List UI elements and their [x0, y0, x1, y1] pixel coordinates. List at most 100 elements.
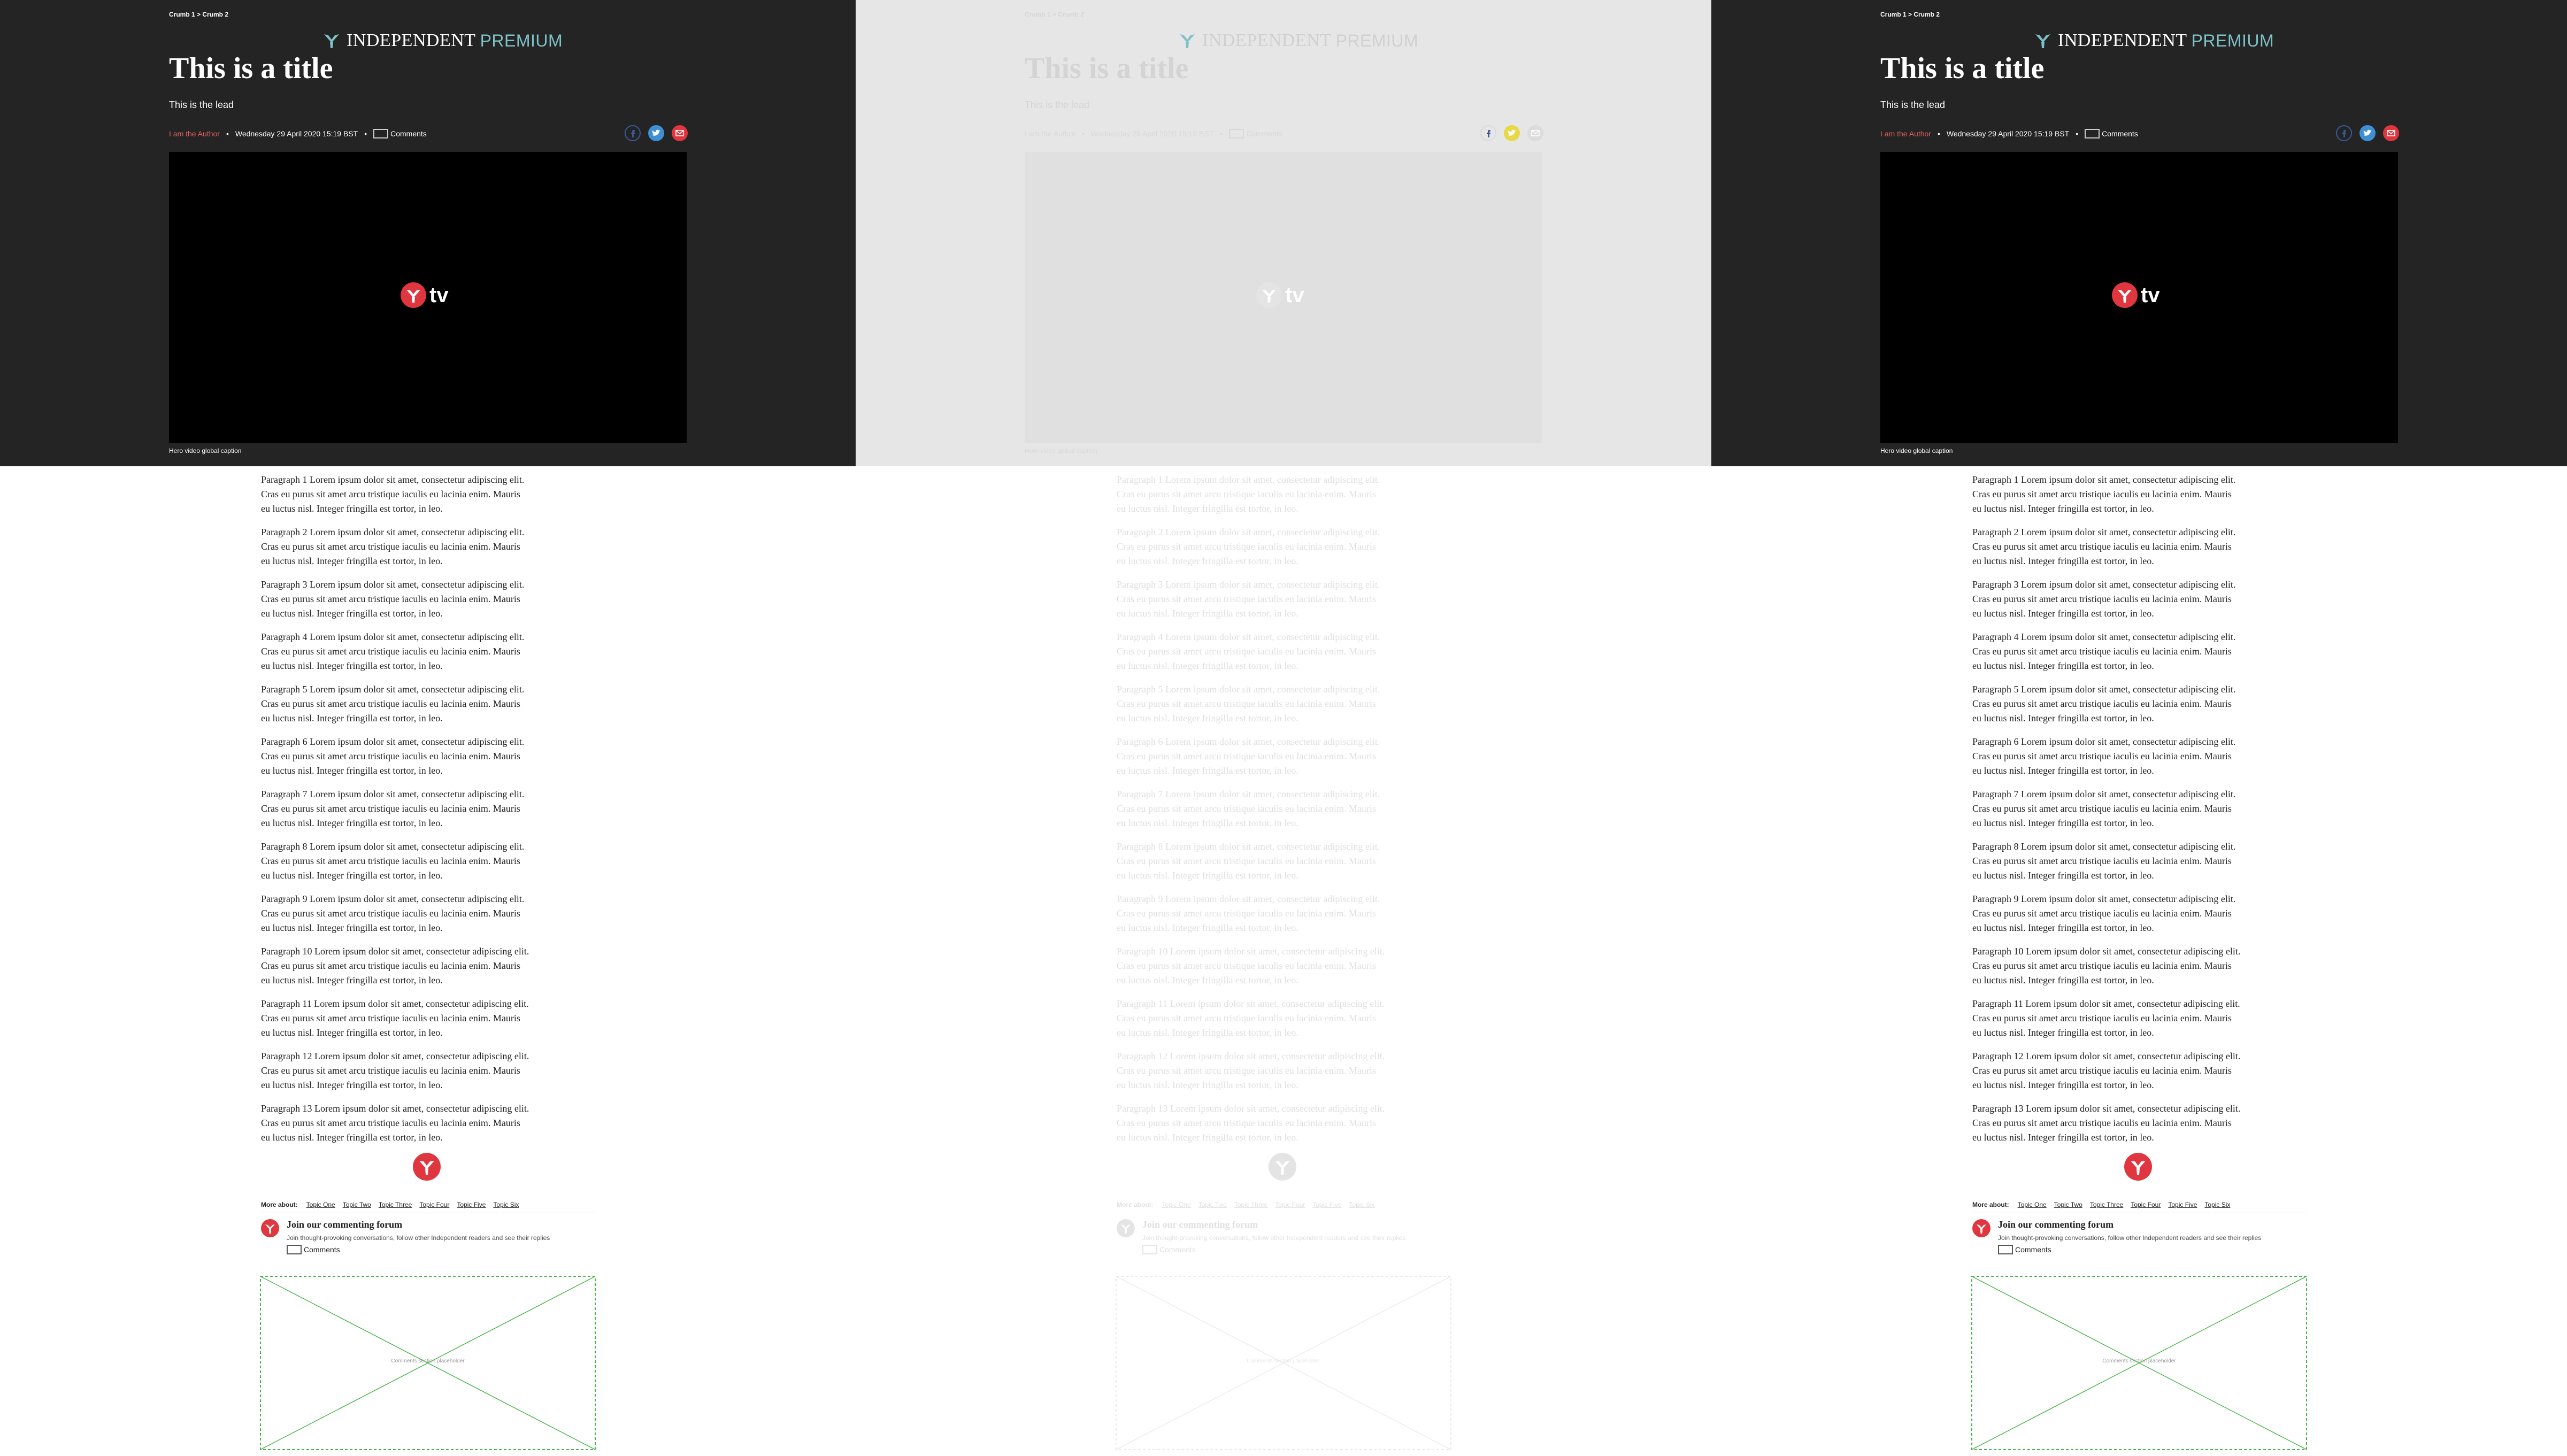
hero-video-player[interactable]: tv	[1880, 152, 2398, 443]
forum-comments-label: Comments	[304, 1245, 340, 1254]
email-icon[interactable]	[672, 125, 688, 141]
paragraph-line: Cras eu purus sit amet arcu tristique ia…	[1117, 1013, 1376, 1023]
article-paragraph: Paragraph 11 Lorem ipsum dolor sit amet,…	[1972, 997, 2315, 1040]
topic-link[interactable]: Topic Five	[2168, 1201, 2197, 1208]
facebook-icon[interactable]	[625, 125, 641, 141]
independent-eagle-logo-icon	[401, 282, 426, 308]
topic-link[interactable]: Topic Three	[2090, 1201, 2123, 1208]
topic-link[interactable]: Topic One	[2018, 1201, 2047, 1208]
article-lead: This is the lead	[1880, 99, 1946, 110]
twitter-icon[interactable]	[648, 125, 664, 141]
facebook-icon[interactable]	[2336, 125, 2352, 141]
topic-link[interactable]: Topic Six	[493, 1201, 519, 1208]
paragraph-line: eu luctus nisl. Integer fringilla est to…	[261, 765, 443, 776]
article-paragraph: Paragraph 8 Lorem ipsum dolor sit amet, …	[1972, 839, 2315, 883]
topic-link[interactable]: Topic Six	[2204, 1201, 2230, 1208]
topic-link[interactable]: Topic Two	[2054, 1201, 2082, 1208]
paragraph-line: Paragraph 3 Lorem ipsum dolor sit amet, …	[1972, 579, 2236, 590]
paragraph-line: Cras eu purus sit amet arcu tristique ia…	[1117, 751, 1376, 761]
placeholder-label: Comments section placeholder	[2102, 1358, 2176, 1364]
paragraph-line: eu luctus nisl. Integer fringilla est to…	[1117, 818, 1298, 828]
topic-link[interactable]: Topic Two	[343, 1201, 371, 1208]
forum-comments-link[interactable]: Comments	[1998, 1245, 2051, 1254]
topic-link[interactable]: Topic Four	[1275, 1201, 1305, 1208]
publish-date: Wednesday 29 April 2020 15:19 BST	[235, 129, 358, 138]
article-meta: I am the Author • Wednesday 29 April 202…	[1025, 125, 1543, 141]
masthead-logo[interactable]: INDEPENDENT PREMIUM	[2032, 29, 2274, 52]
author-link[interactable]: I am the Author	[1025, 129, 1075, 138]
hero-section: Crumb 1 > Crumb 2 INDEPENDENT PREMIUM Th…	[1711, 0, 2567, 466]
more-about-label: More about:	[261, 1201, 298, 1208]
comments-label: Comments	[2102, 129, 2138, 138]
paragraph-line: Cras eu purus sit amet arcu tristique ia…	[261, 1013, 520, 1023]
facebook-glyph	[2342, 130, 2346, 137]
author-link[interactable]: I am the Author	[169, 129, 220, 138]
forum-comments-link[interactable]: Comments	[1142, 1245, 1196, 1254]
article-paragraph: Paragraph 12 Lorem ipsum dolor sit amet,…	[261, 1049, 603, 1092]
article-paragraph: Paragraph 7 Lorem ipsum dolor sit amet, …	[1972, 787, 2315, 830]
paragraph-line: Paragraph 13 Lorem ipsum dolor sit amet,…	[1117, 1103, 1385, 1114]
article-paragraph: Paragraph 13 Lorem ipsum dolor sit amet,…	[1972, 1101, 2315, 1145]
comments-link[interactable]: Comments	[1229, 129, 1282, 138]
twitter-icon[interactable]	[2360, 125, 2376, 141]
breadcrumb[interactable]: Crumb 1 > Crumb 2	[1025, 11, 1084, 18]
paragraph-line: eu luctus nisl. Integer fringilla est to…	[1972, 975, 2154, 985]
author-link[interactable]: I am the Author	[1880, 129, 1931, 138]
independent-eagle-logo-icon	[1256, 282, 1282, 308]
article-lead: This is the lead	[169, 99, 234, 110]
topic-link[interactable]: Topic One	[306, 1201, 335, 1208]
topic-link[interactable]: Topic Five	[1312, 1201, 1341, 1208]
topic-link[interactable]: Topic Four	[2131, 1201, 2161, 1208]
video-caption: Hero video global caption	[169, 447, 242, 454]
twitter-icon[interactable]	[1504, 125, 1520, 141]
email-icon[interactable]	[1527, 125, 1543, 141]
hero-video-player[interactable]: tv	[1025, 152, 1542, 443]
topic-link[interactable]: Topic Four	[419, 1201, 449, 1208]
topic-link[interactable]: Topic Two	[1198, 1201, 1227, 1208]
topic-link[interactable]: Topic Three	[379, 1201, 412, 1208]
paragraph-line: Paragraph 8 Lorem ipsum dolor sit amet, …	[261, 841, 525, 852]
comments-link[interactable]: Comments	[373, 129, 427, 138]
eagle-icon	[324, 34, 339, 48]
more-about-topics: More about: Topic One Topic Two Topic Thre…	[261, 1197, 595, 1213]
paragraph-line: Cras eu purus sit amet arcu tristique ia…	[1972, 751, 2232, 761]
article-paragraph: Paragraph 1 Lorem ipsum dolor sit amet, …	[261, 473, 603, 516]
masthead-logo[interactable]: INDEPENDENT PREMIUM	[321, 29, 563, 52]
comments-link[interactable]: Comments	[2085, 129, 2138, 138]
paragraph-line: Paragraph 6 Lorem ipsum dolor sit amet, …	[1972, 736, 2236, 747]
article-variant-faded: Crumb 1 > Crumb 2 INDEPENDENT PREMIUM Th…	[856, 0, 1711, 1456]
forum-comments-link[interactable]: Comments	[287, 1245, 340, 1254]
article-paragraph: Paragraph 4 Lorem ipsum dolor sit amet, …	[261, 630, 603, 673]
topic-link[interactable]: Topic Six	[1349, 1201, 1374, 1208]
hero-video-player[interactable]: tv	[169, 152, 687, 443]
paragraph-line: eu luctus nisl. Integer fringilla est to…	[1117, 713, 1298, 723]
paragraph-line: Cras eu purus sit amet arcu tristique ia…	[1117, 489, 1376, 499]
paragraph-line: eu luctus nisl. Integer fringilla est to…	[261, 922, 443, 933]
facebook-icon[interactable]	[1480, 125, 1496, 141]
page-root: Crumb 1 > Crumb 2 INDEPENDENT PREMIUM Th…	[0, 0, 2567, 1456]
more-about-topics: More about: Topic One Topic Two Topic Thre…	[1117, 1197, 1450, 1213]
topic-link[interactable]: Topic Three	[1234, 1201, 1267, 1208]
paragraph-line: Paragraph 10 Lorem ipsum dolor sit amet,…	[1117, 946, 1385, 957]
independent-tv-logo: tv	[2112, 282, 2160, 308]
comments-placeholder: Comments section placeholder	[1971, 1276, 2307, 1450]
paragraph-line: eu luctus nisl. Integer fringilla est to…	[1972, 1080, 2154, 1090]
video-caption: Hero video global caption	[1025, 447, 1097, 454]
breadcrumb[interactable]: Crumb 1 > Crumb 2	[169, 11, 228, 18]
brand-premium: PREMIUM	[480, 30, 563, 50]
email-icon[interactable]	[2383, 125, 2399, 141]
breadcrumb[interactable]: Crumb 1 > Crumb 2	[1880, 11, 1940, 18]
paragraph-line: eu luctus nisl. Integer fringilla est to…	[261, 608, 443, 619]
email-glyph	[1531, 130, 1540, 136]
forum-logo-icon	[1972, 1219, 1990, 1237]
masthead-logo[interactable]: INDEPENDENT PREMIUM	[1177, 29, 1418, 52]
paragraph-line: Paragraph 8 Lorem ipsum dolor sit amet, …	[1972, 841, 2236, 852]
eagle-icon	[1180, 34, 1195, 48]
article-paragraph: Paragraph 10 Lorem ipsum dolor sit amet,…	[261, 944, 603, 988]
article-paragraph: Paragraph 13 Lorem ipsum dolor sit amet,…	[1117, 1101, 1459, 1145]
topic-link[interactable]: Topic One	[1162, 1201, 1191, 1208]
topic-link[interactable]: Topic Five	[457, 1201, 486, 1208]
forum-title: Join our commenting forum	[287, 1219, 403, 1230]
publish-date: Wednesday 29 April 2020 15:19 BST	[1946, 129, 2070, 138]
forum-comments-label: Comments	[1159, 1245, 1196, 1254]
